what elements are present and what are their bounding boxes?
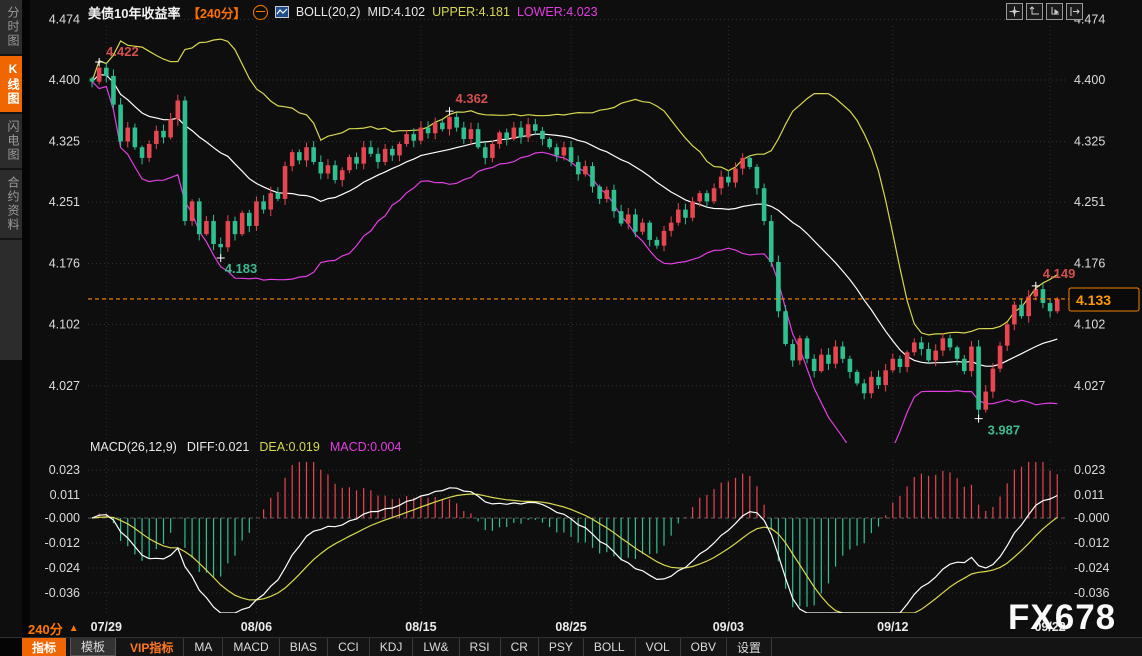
chart-type-sidebar: 分时图 K线图 闪电图 合约资料 [0,0,22,360]
price-annotation: 4.422 [106,44,139,59]
period-selector[interactable]: 240分 ▲ [28,619,79,638]
macd-tick-left: -0.000 [45,511,80,525]
period-label[interactable]: 240分 [28,619,63,638]
current-price-value: 4.133 [1076,292,1111,308]
boll-legend-name: BOLL(20,2) [296,5,361,19]
macd-tick-right: -0.024 [1074,561,1109,575]
macd-legend-macd: MACD:0.004 [330,440,402,454]
pan-right-icon[interactable] [1066,3,1083,20]
y-axis-right-icon[interactable] [1046,3,1063,20]
period-arrow-icon: ▲ [69,623,79,634]
date-tick: 08/25 [555,620,586,634]
macd-tick-left: -0.024 [45,561,80,575]
price-tick-right: 4.251 [1074,195,1105,209]
crosshair-icon[interactable] [1006,3,1023,20]
toolbar-item-PSY[interactable]: PSY [539,638,584,656]
macd-tick-right: -0.012 [1074,536,1109,550]
macd-tick-left: -0.036 [45,586,80,600]
price-tick-left: 4.176 [49,257,80,271]
chart-tool-buttons [1006,3,1083,20]
period-badge[interactable]: 【240分】 [187,3,245,22]
toolbar-item-设置[interactable]: 设置 [727,638,772,656]
sidebar-tab-contract-info[interactable]: 合约资料 [0,170,22,240]
toolbar-item-BIAS[interactable]: BIAS [280,638,328,656]
price-tick-left: 4.102 [49,317,80,331]
candlestick-chart[interactable]: 4.4224.1834.3623.9874.1494.4744.4744.400… [0,0,1142,655]
price-annotation: 4.362 [456,91,489,106]
price-tick-left: 4.251 [49,195,80,209]
price-annotation: 3.987 [988,423,1021,438]
boll-legend-mid: MID:4.102 [367,5,425,19]
toolbar-item-KDJ[interactable]: KDJ [370,638,414,656]
toolbar-item-VOL[interactable]: VOL [636,638,681,656]
date-tick: 08/15 [405,620,436,634]
date-tick: 09/12 [877,620,908,634]
price-annotation: 4.183 [225,261,258,276]
boll-legend-lower: LOWER:4.023 [517,5,598,19]
indicator-settings-icon[interactable] [253,5,268,20]
sidebar-tab-time-chart[interactable]: 分时图 [0,0,22,56]
toolbar-item-MA[interactable]: MA [184,638,223,656]
toolbar-item-BOLL[interactable]: BOLL [584,638,636,656]
date-tick: 07/29 [91,620,122,634]
price-tick-right: 4.400 [1074,73,1105,87]
instrument-title: 美债10年收益率 [88,3,180,22]
macd-tick-left: 0.023 [49,463,80,477]
price-tick-right: 4.176 [1074,257,1105,271]
macd-legend-name: MACD(26,12,9) [90,440,177,454]
toolbar-item-RSI[interactable]: RSI [460,638,501,656]
date-tick: 08/06 [241,620,272,634]
macd-legend-diff: DIFF:0.021 [187,440,250,454]
sidebar-tab-flash-chart[interactable]: 闪电图 [0,114,22,170]
toolbar-item-OBV[interactable]: OBV [681,638,727,656]
price-tick-left: 4.325 [49,135,80,149]
toolbar-item-MACD[interactable]: MACD [223,638,279,656]
macd-tick-right: -0.000 [1074,511,1109,525]
boll-legend-upper: UPPER:4.181 [432,5,510,19]
macd-tick-right: 0.011 [1074,488,1104,502]
chart-header: 美债10年收益率 【240分】 BOLL(20,2) MID:4.102 UPP… [88,3,598,21]
price-tick-left: 4.400 [49,73,80,87]
watermark-logo: FX678 [1008,598,1116,638]
toolbar-item-CR[interactable]: CR [501,638,539,656]
macd-tick-right: 0.023 [1074,463,1105,477]
toolbar-item-指标[interactable]: 指标 [22,638,66,656]
price-tick-right: 4.102 [1074,317,1105,331]
y-axis-left-icon[interactable] [1026,3,1043,20]
mini-chart-icon [275,6,289,18]
date-tick: 09/03 [713,620,744,634]
toolbar-item-VIP指标[interactable]: VIP指标 [120,638,184,656]
macd-legend-dea: DEA:0.019 [259,440,319,454]
price-tick-right: 4.325 [1074,135,1105,149]
trading-chart-app: 4.4224.1834.3623.9874.1494.4744.4744.400… [0,0,1142,655]
toolbar-left-pad [0,638,22,656]
macd-legend: MACD(26,12,9) DIFF:0.021 DEA:0.019 MACD:… [90,440,401,454]
sidebar-gutter [22,0,30,655]
macd-tick-left: -0.012 [45,536,80,550]
price-tick-right: 4.027 [1074,379,1105,393]
sidebar-tab-kline-chart[interactable]: K线图 [0,56,22,114]
price-annotation: 4.149 [1043,266,1076,281]
price-tick-left: 4.474 [49,12,80,26]
toolbar-item-CCI[interactable]: CCI [328,638,370,656]
toolbar-item-模板[interactable]: 模板 [70,638,116,656]
toolbar-item-LW&[interactable]: LW& [413,638,459,656]
indicator-toolbar: 指标模板VIP指标MAMACDBIASCCIKDJLW&RSICRPSYBOLL… [0,637,1142,656]
price-tick-left: 4.027 [49,379,80,393]
macd-tick-left: 0.011 [50,488,80,502]
